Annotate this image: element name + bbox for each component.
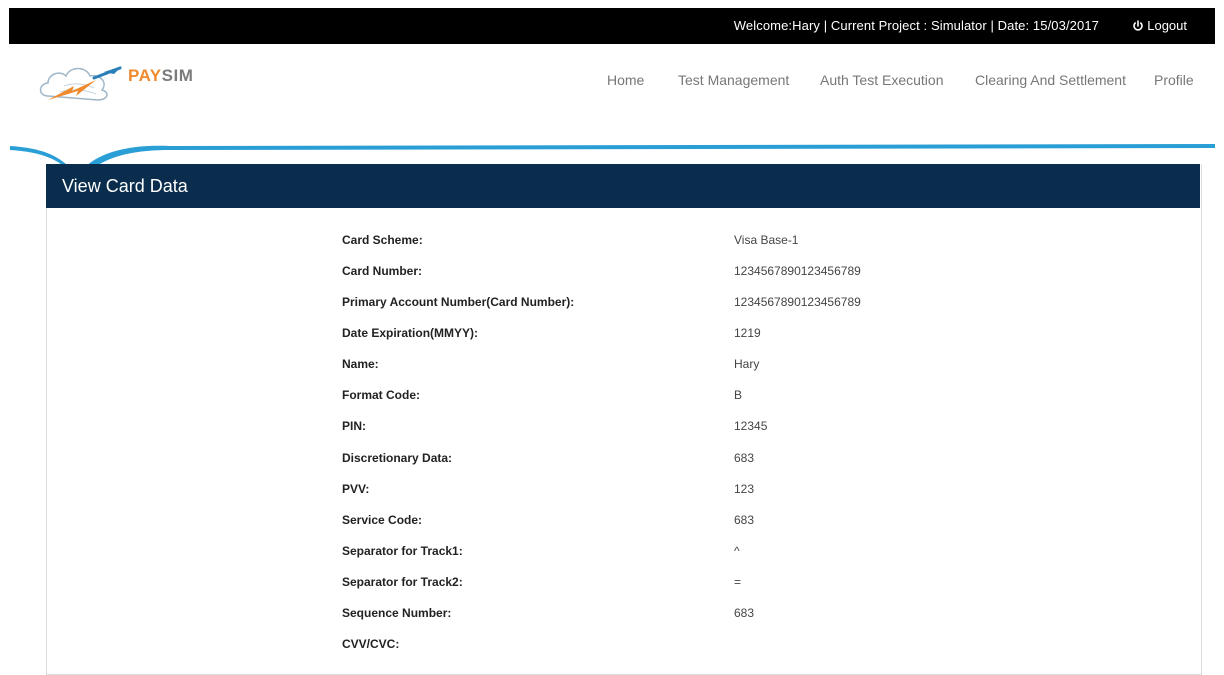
field-row-discretionary-data: Discretionary Data: 683: [342, 451, 1042, 471]
field-row-card-scheme: Card Scheme: Visa Base-1: [342, 233, 1042, 253]
page-title: View Card Data: [62, 176, 188, 196]
header: PAYSIM Home Test Management Auth Test Ex…: [0, 44, 1224, 182]
field-row-pan: Primary Account Number(Card Number): 123…: [342, 295, 1042, 315]
field-row-pvv: PVV: 123: [342, 482, 1042, 502]
field-value: 1234567890123456789: [734, 264, 861, 278]
field-label: CVV/CVC:: [342, 637, 400, 651]
nav-home[interactable]: Home: [607, 72, 644, 88]
field-value: 683: [734, 606, 755, 620]
nav-clearing-and-settlement[interactable]: Clearing And Settlement: [975, 72, 1126, 88]
logo[interactable]: PAYSIM: [34, 56, 214, 108]
field-row-separator-track1: Separator for Track1: ^: [342, 544, 1042, 564]
field-value: 12345: [734, 419, 768, 433]
field-label: Card Scheme:: [342, 233, 423, 247]
field-label: Name:: [342, 357, 379, 371]
power-icon: [1133, 19, 1144, 31]
field-value: 683: [734, 451, 755, 465]
cloud-logo-icon: [39, 66, 122, 101]
logo-sim: SIM: [161, 66, 194, 85]
field-row-pin: PIN: 12345: [342, 419, 1042, 439]
field-row-card-number: Card Number: 1234567890123456789: [342, 264, 1042, 284]
field-value: B: [734, 388, 743, 402]
nav-profile[interactable]: Profile: [1154, 72, 1194, 88]
field-label: Sequence Number:: [342, 606, 452, 620]
field-row-service-code: Service Code: 683: [342, 513, 1042, 533]
field-value: ^: [734, 544, 740, 558]
field-label: Separator for Track1:: [342, 544, 463, 558]
field-row-format-code: Format Code: B: [342, 388, 1042, 408]
nav-test-management[interactable]: Test Management: [678, 72, 789, 88]
field-row-name: Name: Hary: [342, 357, 1042, 377]
field-value: =: [734, 575, 742, 589]
logo-pay: PAY: [128, 66, 162, 85]
field-label: Primary Account Number(Card Number):: [342, 295, 575, 309]
logout-label: Logout: [1147, 18, 1187, 33]
field-label: Discretionary Data:: [342, 451, 453, 465]
field-row-date-expiration: Date Expiration(MMYY): 1219: [342, 326, 1042, 346]
field-value: Visa Base-1: [734, 233, 799, 247]
field-value: 123: [734, 482, 755, 496]
logout-link[interactable]: Logout: [1132, 18, 1187, 33]
nav-auth-test-execution[interactable]: Auth Test Execution: [820, 72, 943, 88]
field-row-cvv-cvc: CVV/CVC:: [342, 637, 1042, 657]
field-value: 1234567890123456789: [734, 295, 861, 309]
top-bar: Welcome:Hary | Current Project : Simulat…: [9, 8, 1215, 44]
field-label: Date Expiration(MMYY):: [342, 326, 479, 340]
logo-text: PAYSIM: [128, 66, 193, 86]
field-label: Separator for Track2:: [342, 575, 463, 589]
panel-header: View Card Data: [46, 164, 1200, 208]
field-value: Hary: [734, 357, 760, 371]
session-info: Welcome:Hary | Current Project : Simulat…: [733, 18, 1099, 33]
field-label: PIN:: [342, 419, 366, 433]
field-value: 683: [734, 513, 755, 527]
field-label: Service Code:: [342, 513, 423, 527]
field-label: Card Number:: [342, 264, 423, 278]
field-row-sequence-number: Sequence Number: 683: [342, 606, 1042, 626]
field-row-separator-track2: Separator for Track2: =: [342, 575, 1042, 595]
field-label: Format Code:: [342, 388, 420, 402]
field-label: PVV:: [342, 482, 370, 496]
field-value: 1219: [734, 326, 761, 340]
